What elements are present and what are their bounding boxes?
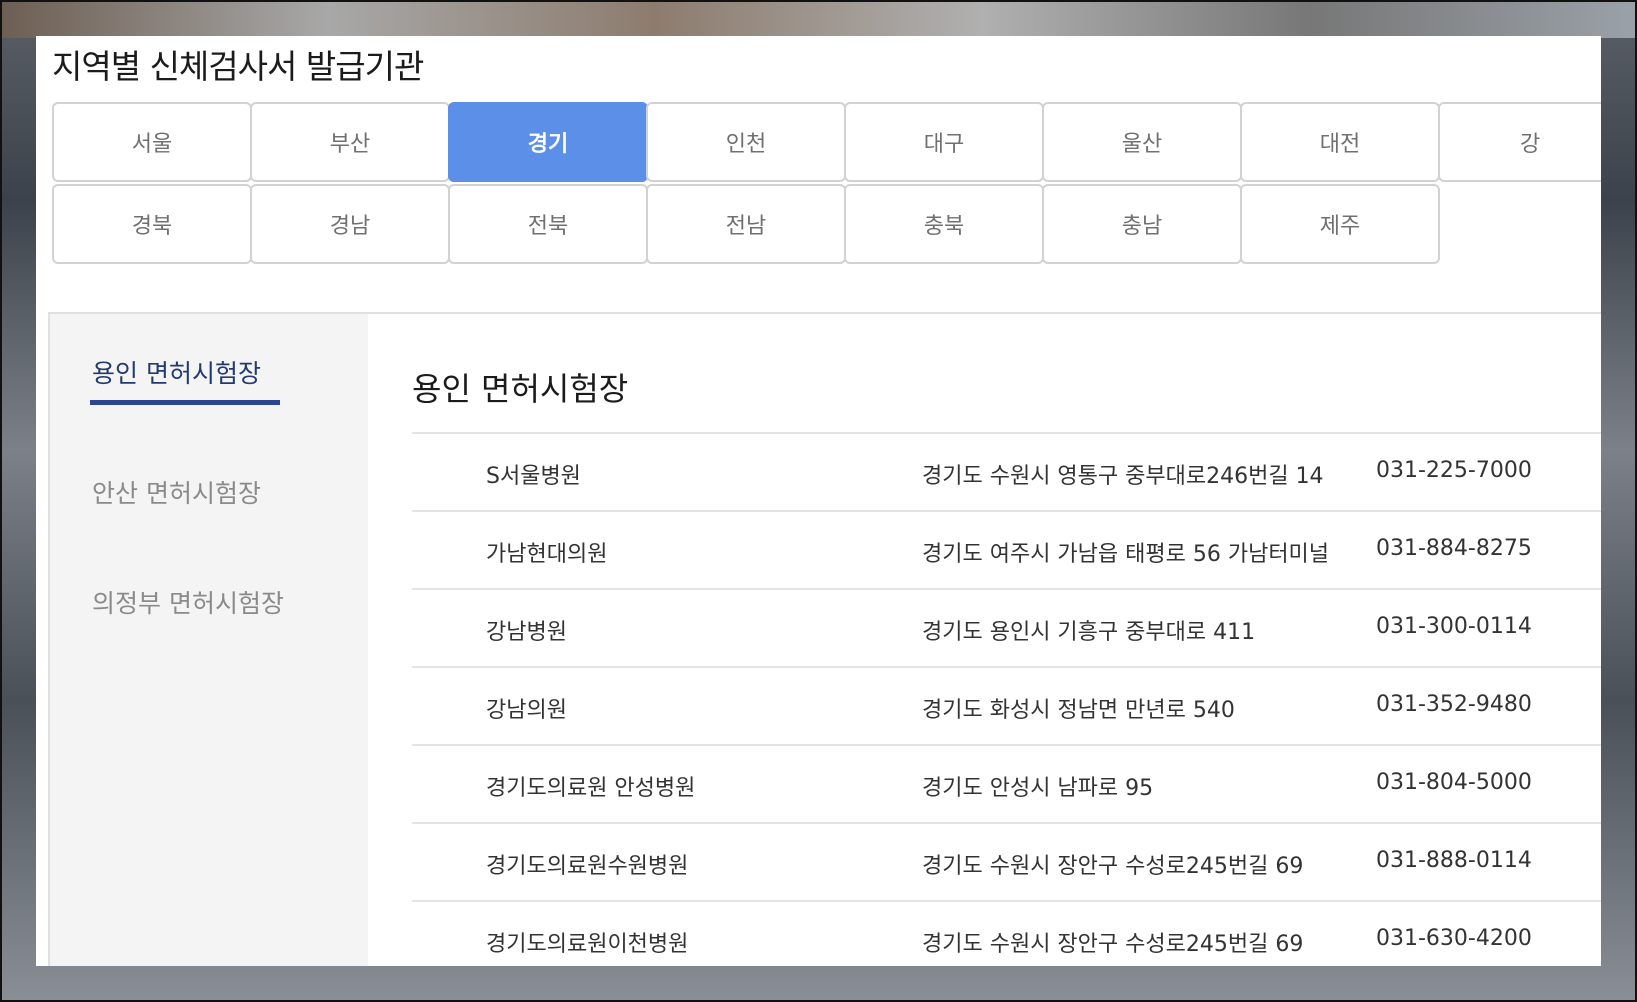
hospital-address: 경기도 화성시 정남면 만년로 540 xyxy=(922,698,1235,723)
region-button-busan[interactable]: 부산 xyxy=(250,102,450,182)
hospital-name: 강남의원 xyxy=(486,698,567,723)
hospital-address: 경기도 안성시 남파로 95 xyxy=(922,776,1154,801)
region-button-ulsan[interactable]: 울산 xyxy=(1042,102,1242,182)
hospital-name: 경기도의료원수원병원 xyxy=(486,854,689,879)
hospital-address: 경기도 수원시 장안구 수성로245번길 69 xyxy=(922,854,1304,879)
sidebar-item-uijeongbu[interactable]: 의정부 면허시험장 xyxy=(92,584,284,620)
sidebar-item-ansan[interactable]: 안산 면허시험장 xyxy=(92,474,261,510)
hospital-phone: 031-225-7000 xyxy=(1376,458,1532,483)
region-button-gyeongnam[interactable]: 경남 xyxy=(250,184,450,264)
hospital-name: 경기도의료원 안성병원 xyxy=(486,776,696,801)
table-row: 경기도의료원수원병원 경기도 수원시 장안구 수성로245번길 69 031-8… xyxy=(412,822,1601,900)
hospital-address: 경기도 용인시 기흥구 중부대로 411 xyxy=(922,620,1256,645)
region-button-seoul[interactable]: 서울 xyxy=(52,102,252,182)
hospital-name: 가남현대의원 xyxy=(486,542,608,567)
table-row: 가남현대의원 경기도 여주시 가남읍 태평로 56 가남터미널 031-884-… xyxy=(412,510,1601,588)
hospital-phone: 031-630-4200 xyxy=(1376,926,1532,951)
content-box: 용인 면허시험장 안산 면허시험장 의정부 면허시험장 용인 면허시험장 S서울… xyxy=(48,312,1601,966)
table-row: 경기도의료원이천병원 경기도 수원시 장안구 수성로245번길 69 031-6… xyxy=(412,900,1601,966)
region-button-jeonbuk[interactable]: 전북 xyxy=(448,184,648,264)
region-button-jeonnam[interactable]: 전남 xyxy=(646,184,846,264)
background-top-strip xyxy=(0,0,1637,38)
hospital-address: 경기도 수원시 장안구 수성로245번길 69 xyxy=(922,932,1304,957)
hospital-name: 강남병원 xyxy=(486,620,567,645)
table-row: 강남의원 경기도 화성시 정남면 만년로 540 031-352-9480 xyxy=(412,666,1601,744)
main-content: 용인 면허시험장 S서울병원 경기도 수원시 영통구 중부대로246번길 14 … xyxy=(368,314,1601,966)
content-panel: 지역별 신체검사서 발급기관 서울 부산 경기 인천 대구 울산 대전 강 경북… xyxy=(36,36,1601,966)
hospital-phone: 031-888-0114 xyxy=(1376,848,1532,873)
table-row: 경기도의료원 안성병원 경기도 안성시 남파로 95 031-804-5000 xyxy=(412,744,1601,822)
region-button-chungbuk[interactable]: 충북 xyxy=(844,184,1044,264)
hospital-name: S서울병원 xyxy=(486,464,581,489)
hospital-phone: 031-884-8275 xyxy=(1376,536,1532,561)
section-title: 용인 면허시험장 xyxy=(412,370,629,408)
sidebar-item-yongin[interactable]: 용인 면허시험장 xyxy=(92,354,261,390)
hospital-phone: 031-352-9480 xyxy=(1376,692,1532,717)
hospital-address: 경기도 수원시 영통구 중부대로246번길 14 xyxy=(922,464,1324,489)
sidebar-active-underline xyxy=(90,400,280,405)
region-button-gangwon[interactable]: 강 xyxy=(1438,102,1601,182)
hospital-table: S서울병원 경기도 수원시 영통구 중부대로246번길 14 031-225-7… xyxy=(412,432,1601,966)
region-button-daejeon[interactable]: 대전 xyxy=(1240,102,1440,182)
region-button-gyeonggi[interactable]: 경기 xyxy=(448,102,648,182)
region-button-incheon[interactable]: 인천 xyxy=(646,102,846,182)
region-button-jeju[interactable]: 제주 xyxy=(1240,184,1440,264)
hospital-phone: 031-804-5000 xyxy=(1376,770,1532,795)
hospital-address: 경기도 여주시 가남읍 태평로 56 가남터미널 xyxy=(922,542,1330,567)
page-title: 지역별 신체검사서 발급기관 xyxy=(52,47,424,86)
region-button-gyeongbuk[interactable]: 경북 xyxy=(52,184,252,264)
table-row: 강남병원 경기도 용인시 기흥구 중부대로 411 031-300-0114 xyxy=(412,588,1601,666)
hospital-phone: 031-300-0114 xyxy=(1376,614,1532,639)
region-button-chungnam[interactable]: 충남 xyxy=(1042,184,1242,264)
hospital-name: 경기도의료원이천병원 xyxy=(486,932,689,957)
table-row: S서울병원 경기도 수원시 영통구 중부대로246번길 14 031-225-7… xyxy=(412,432,1601,510)
sidebar: 용인 면허시험장 안산 면허시험장 의정부 면허시험장 xyxy=(50,314,368,966)
region-button-daegu[interactable]: 대구 xyxy=(844,102,1044,182)
